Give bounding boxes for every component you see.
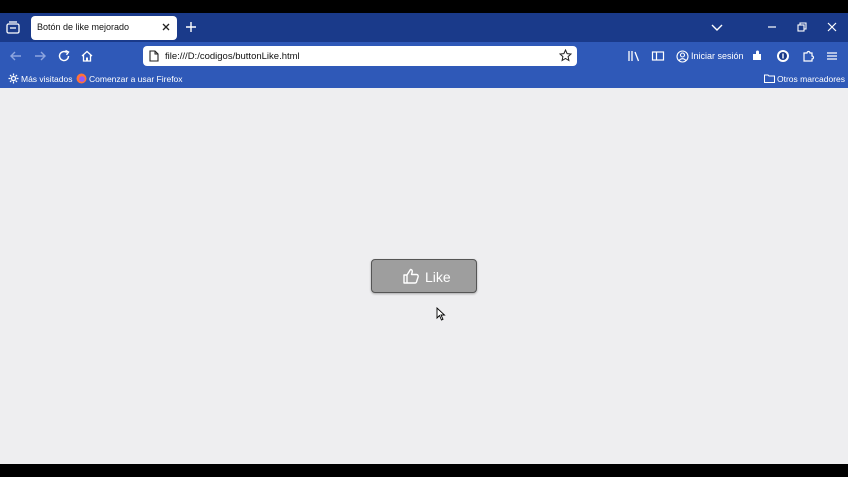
- navigation-toolbar: file:///D:/codigos/buttonLike.html Inici…: [0, 42, 848, 70]
- chevron-down-icon[interactable]: [710, 20, 724, 34]
- url-bar[interactable]: file:///D:/codigos/buttonLike.html: [143, 46, 577, 66]
- signin-button[interactable]: Iniciar sesión: [676, 50, 744, 64]
- close-icon[interactable]: [159, 20, 173, 34]
- menu-icon[interactable]: [825, 49, 839, 63]
- tab-list-icon[interactable]: [4, 19, 22, 37]
- profile-badge-icon[interactable]: [776, 49, 790, 63]
- gear-icon: [8, 73, 19, 84]
- window-close-icon[interactable]: [825, 20, 839, 34]
- page-content: Like: [0, 88, 848, 464]
- account-icon: [676, 50, 689, 63]
- minimize-icon[interactable]: [765, 20, 779, 34]
- plus-icon[interactable]: [184, 20, 198, 34]
- restore-icon[interactable]: [795, 20, 809, 34]
- top-black-bar: [0, 0, 848, 13]
- folder-icon: [764, 74, 775, 83]
- mouse-cursor-icon: [436, 307, 446, 321]
- active-tab[interactable]: Botón de like mejorado: [31, 16, 177, 40]
- tab-strip: Botón de like mejorado: [0, 13, 848, 42]
- firefox-logo-icon: [76, 73, 87, 84]
- home-icon[interactable]: [80, 49, 94, 63]
- like-button[interactable]: Like: [371, 259, 477, 293]
- bookmark-getting-started[interactable]: Comenzar a usar Firefox: [76, 73, 183, 85]
- star-icon[interactable]: [559, 49, 572, 62]
- like-label: Like: [425, 269, 451, 285]
- extension-puzzle-icon[interactable]: [802, 49, 816, 63]
- library-icon[interactable]: [627, 49, 641, 63]
- bookmark-most-visited[interactable]: Más visitados: [8, 73, 73, 85]
- back-arrow-icon[interactable]: [9, 49, 23, 63]
- thumbs-up-icon: [402, 267, 420, 285]
- page-icon: [149, 50, 159, 62]
- bookmark-label: Otros marcadores: [777, 74, 846, 84]
- signin-label: Iniciar sesión: [691, 51, 744, 61]
- reload-icon[interactable]: [57, 49, 71, 63]
- bookmark-label: Comenzar a usar Firefox: [89, 74, 183, 84]
- sidebar-icon[interactable]: [651, 49, 665, 63]
- extension-addon-icon[interactable]: [750, 49, 764, 63]
- bookmark-label: Más visitados: [21, 74, 73, 84]
- bottom-black-bar: [0, 464, 848, 477]
- tab-title: Botón de like mejorado: [37, 22, 130, 32]
- bookmarks-toolbar: Más visitados Comenzar a usar Firefox Ot…: [0, 70, 848, 88]
- url-text[interactable]: file:///D:/codigos/buttonLike.html: [165, 51, 300, 62]
- forward-arrow-icon[interactable]: [33, 49, 47, 63]
- bookmark-other-folder[interactable]: Otros marcadores: [764, 73, 845, 85]
